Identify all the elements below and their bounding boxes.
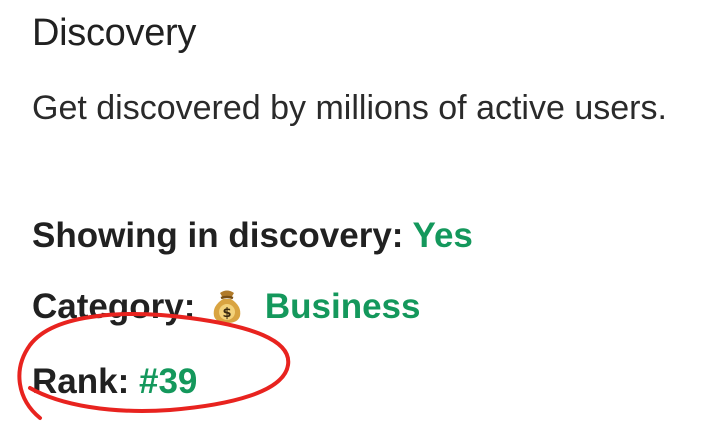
rank-label: Rank:: [32, 362, 130, 401]
category-label: Category:: [32, 287, 196, 326]
showing-label: Showing in discovery:: [32, 216, 404, 255]
category-row: Category: $ Business: [32, 285, 420, 335]
svg-text:$: $: [223, 306, 232, 321]
section-description: Get discovered by millions of active use…: [32, 89, 667, 127]
showing-in-discovery-row: Showing in discovery: Yes: [32, 214, 473, 258]
rank-row: Rank: #39: [32, 360, 197, 404]
category-value: Business: [264, 287, 421, 326]
money-bag-icon: $: [209, 286, 245, 335]
page-title: Discovery: [32, 12, 197, 54]
showing-value: Yes: [412, 216, 473, 255]
rank-value: #39: [138, 362, 198, 401]
